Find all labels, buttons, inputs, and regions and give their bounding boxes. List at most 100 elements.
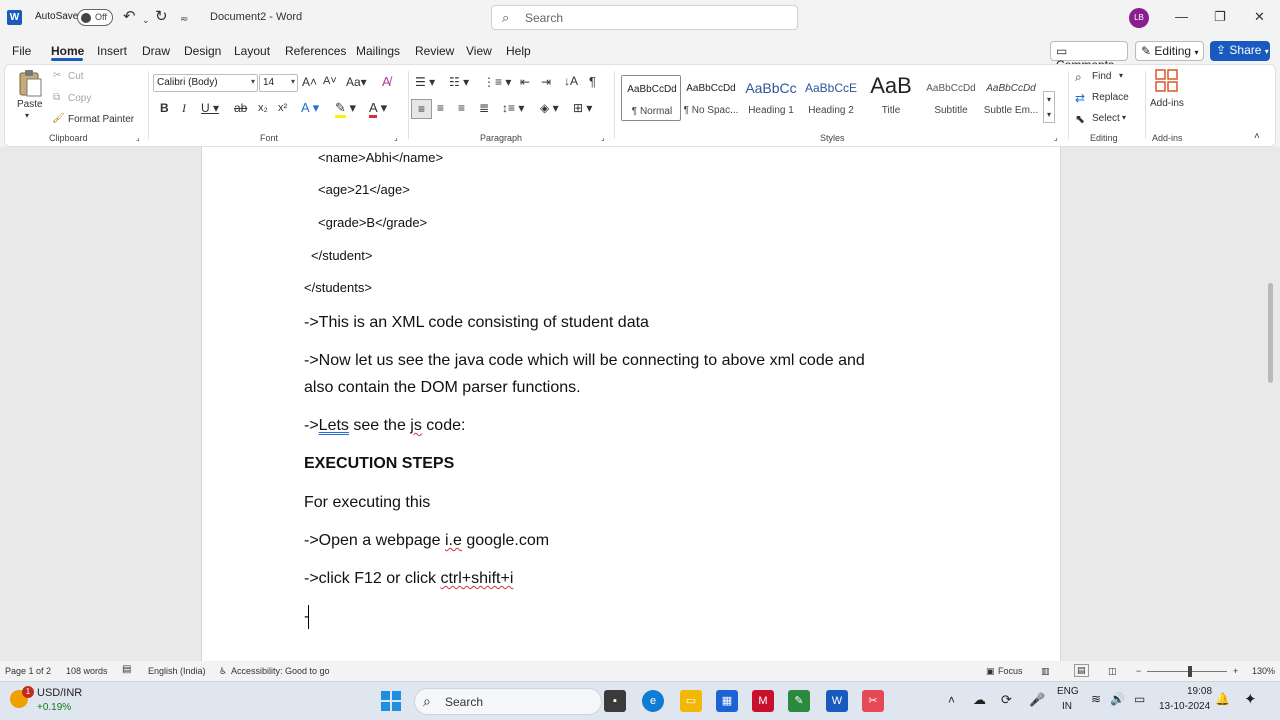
copy-icon[interactable]: ⧉	[53, 92, 60, 103]
undo-icon[interactable]: ↶	[123, 8, 136, 26]
font-family-select[interactable]: Calibri (Body) ▾	[153, 74, 258, 92]
wifi-icon[interactable]: ≋	[1091, 692, 1101, 706]
style-heading-2[interactable]: AaBbCcE Heading 2	[801, 75, 861, 121]
subscript-icon[interactable]: x₂	[258, 102, 268, 114]
borders-icon[interactable]: ⊞ ▾	[573, 101, 592, 115]
focus-label[interactable]: Focus	[998, 666, 1023, 676]
paragraph-launcher-icon[interactable]: ⌟	[601, 133, 605, 142]
paste-dropdown-icon[interactable]: ▾	[25, 111, 29, 120]
chevron-down-icon[interactable]: ▾	[1122, 113, 1126, 122]
select-label[interactable]: Select	[1092, 113, 1120, 124]
cut-label[interactable]: Cut	[68, 71, 84, 82]
tab-layout[interactable]: Layout	[234, 44, 270, 58]
tab-references[interactable]: References	[285, 44, 346, 58]
page-count[interactable]: Page 1 of 2	[5, 666, 51, 676]
zoom-slider-track[interactable]	[1147, 671, 1227, 672]
style-subtle-emphasis[interactable]: AaBbCcDd Subtle Em...	[981, 75, 1041, 121]
editing-mode-button[interactable]: ✎ Editing ▾	[1135, 41, 1204, 61]
add-ins-button[interactable]	[1155, 69, 1179, 93]
battery-icon[interactable]: ▭	[1134, 692, 1145, 706]
style-title[interactable]: AaB Title	[861, 73, 921, 121]
word-taskbar-icon[interactable]: W	[826, 690, 848, 712]
cut-icon[interactable]: ✂	[53, 70, 61, 81]
style-normal[interactable]: AaBbCcDd ¶ Normal	[621, 75, 681, 121]
document-page[interactable]: <name>Abhi</name> <age>21</age> <grade>B…	[201, 147, 1061, 661]
shrink-font-icon[interactable]: A˅	[323, 75, 337, 87]
notifications-bell-icon[interactable]: 🔔	[1215, 692, 1230, 706]
replace-icon[interactable]: ⇄	[1075, 91, 1085, 105]
copy-label[interactable]: Copy	[68, 93, 91, 104]
align-center-icon[interactable]: ≡	[437, 101, 444, 115]
justify-icon[interactable]: ≣	[479, 101, 489, 115]
tab-help[interactable]: Help	[506, 44, 531, 58]
paste-label[interactable]: Paste	[17, 99, 43, 110]
onedrive-icon[interactable]: ☁	[973, 692, 986, 708]
tab-home[interactable]: Home	[51, 44, 84, 58]
minimize-icon[interactable]: —	[1175, 9, 1188, 24]
styles-gallery-scroll[interactable]: ▾ ▾	[1043, 91, 1055, 123]
show-hidden-icons-icon[interactable]: ˄	[948, 693, 955, 707]
shading-icon[interactable]: ◈ ▾	[540, 101, 559, 115]
user-avatar[interactable]: LB	[1129, 8, 1149, 28]
redo-icon[interactable]: ↻	[155, 8, 168, 26]
clipboard-launcher-icon[interactable]: ⌟	[136, 133, 140, 142]
style-heading-1[interactable]: AaBbCc Heading 1	[741, 75, 801, 121]
chevron-down-icon[interactable]: ▾	[1119, 71, 1123, 80]
font-size-select[interactable]: 14 ▾	[259, 74, 298, 92]
proofing-icon[interactable]: ▤	[122, 664, 131, 675]
undo-dropdown-icon[interactable]: ⌄	[142, 11, 150, 29]
format-painter-icon[interactable]: 🖌	[52, 113, 65, 124]
change-case-icon[interactable]: Aa▾	[346, 75, 367, 89]
print-layout-icon[interactable]: ▤	[1074, 664, 1089, 677]
select-cursor-icon[interactable]: ⬉	[1075, 112, 1085, 126]
start-button[interactable]	[381, 691, 401, 711]
ticker-name[interactable]: USD/INR	[37, 687, 82, 699]
font-launcher-icon[interactable]: ⌟	[394, 133, 398, 142]
search-box[interactable]: ⌕ Search	[491, 5, 798, 30]
input-region[interactable]: IN	[1062, 701, 1072, 712]
bold-icon[interactable]: B	[160, 101, 169, 115]
snipping-tool-icon[interactable]: ✂	[862, 690, 884, 712]
clear-formatting-icon[interactable]: A̸	[382, 74, 391, 89]
sync-icon[interactable]: ⟳	[1001, 692, 1012, 708]
tab-review[interactable]: Review	[415, 44, 454, 58]
restore-icon[interactable]: ❐	[1214, 9, 1226, 25]
spelling-flag[interactable]: ctrl+shift+i	[440, 570, 513, 587]
sort-icon[interactable]: ↓A	[564, 74, 578, 88]
comments-button[interactable]: ▭ Comments	[1050, 41, 1128, 72]
format-painter-label[interactable]: Format Painter	[68, 114, 134, 125]
tab-insert[interactable]: Insert	[97, 44, 127, 58]
line-spacing-icon[interactable]: ↕≡ ▾	[502, 101, 524, 115]
customize-quick-access-icon[interactable]: ≂	[180, 11, 188, 29]
styles-launcher-icon[interactable]: ⌟	[1054, 133, 1058, 142]
clock-date[interactable]: 13-10-2024	[1159, 701, 1210, 712]
microphone-icon[interactable]: 🎤	[1029, 692, 1045, 708]
font-color-icon[interactable]: A ▾	[369, 100, 387, 118]
style-subtitle[interactable]: AaBbCcDd Subtitle	[921, 75, 981, 121]
mcafee-icon[interactable]: M	[752, 690, 774, 712]
store-icon[interactable]: ▦	[716, 690, 738, 712]
tab-design[interactable]: Design	[184, 44, 221, 58]
zoom-level[interactable]: 130%	[1252, 666, 1275, 676]
spelling-flag[interactable]: js	[410, 417, 422, 434]
accessibility-status[interactable]: Accessibility: Good to go	[231, 666, 330, 676]
find-label[interactable]: Find	[1092, 71, 1111, 82]
decrease-indent-icon[interactable]: ⇤	[520, 75, 530, 89]
tab-draw[interactable]: Draw	[142, 44, 170, 58]
grammar-flag[interactable]: Lets	[319, 417, 349, 434]
notepad-icon[interactable]: ✎	[788, 690, 810, 712]
numbering-icon[interactable]: ☷ ▾	[449, 75, 469, 89]
share-button[interactable]: ⇪ Share ▾	[1210, 41, 1270, 61]
italic-icon[interactable]: I	[182, 101, 186, 116]
vertical-scrollbar[interactable]	[1268, 283, 1273, 383]
show-formatting-marks-icon[interactable]: ¶	[589, 74, 596, 89]
clock-time[interactable]: 19:08	[1187, 686, 1212, 697]
strikethrough-icon[interactable]: ab	[234, 101, 247, 115]
tab-view[interactable]: View	[466, 44, 492, 58]
web-layout-icon[interactable]: ◫	[1108, 666, 1117, 677]
accessibility-icon[interactable]: ♿	[219, 666, 227, 677]
read-mode-icon[interactable]: ▥	[1041, 666, 1050, 677]
volume-icon[interactable]: 🔊	[1110, 692, 1125, 706]
text-effects-icon[interactable]: A ▾	[301, 100, 319, 116]
collapse-ribbon-icon[interactable]: ˄	[1254, 131, 1260, 142]
